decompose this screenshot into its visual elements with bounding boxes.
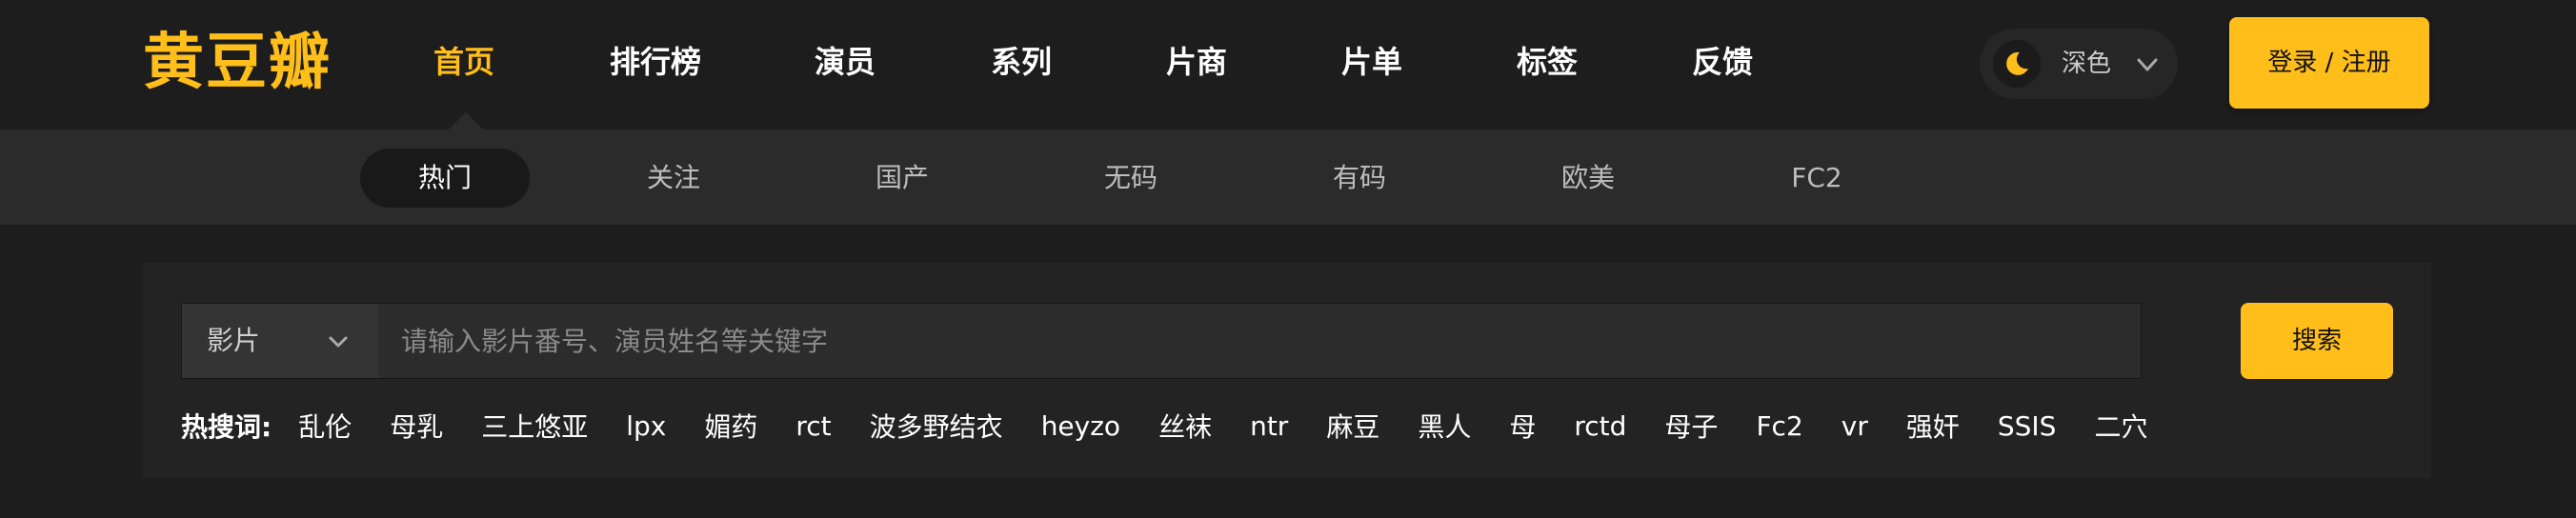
active-nav-indicator	[449, 112, 483, 130]
hot-search-tag[interactable]: 母子	[1664, 407, 1718, 445]
hot-search-tag[interactable]: 黑人	[1418, 407, 1471, 445]
theme-label: 深色	[2062, 50, 2112, 78]
category-subnav: 热门 关注 国产 无码 有码 欧美 FC2	[0, 130, 2576, 225]
hot-search-tag[interactable]: rctd	[1574, 410, 1626, 442]
hot-searches-label: 热搜词:	[181, 411, 272, 443]
hot-search-tag[interactable]: rct	[795, 410, 831, 442]
hot-search-tag[interactable]: 媚药	[704, 407, 757, 445]
hot-search-tag[interactable]: ntr	[1250, 410, 1288, 442]
hot-search-tag[interactable]: 麻豆	[1326, 407, 1379, 445]
theme-toggle[interactable]: 深色	[1980, 29, 2178, 99]
nav-item-tags[interactable]: 标签	[1517, 38, 1578, 86]
moon-icon	[1993, 40, 2041, 88]
search-box: 影片	[181, 303, 2142, 379]
nav-item-studios[interactable]: 片商	[1166, 38, 1227, 86]
subnav-item-following[interactable]: 关注	[589, 149, 758, 208]
subnav-item-censored[interactable]: 有码	[1275, 149, 1444, 208]
hot-search-tag[interactable]: heyzo	[1041, 410, 1120, 442]
hot-searches: 热搜词: 乱伦 母乳 三上悠亚 lpx 媚药 rct 波多野结衣 heyzo 丝…	[181, 402, 2185, 449]
nav-item-lists[interactable]: 片单	[1341, 38, 1402, 86]
search-type-select[interactable]: 影片	[182, 304, 378, 378]
search-panel: 影片 搜索 热搜词: 乱伦 母乳 三上悠亚 lpx 媚药 rct 波多野结衣 h…	[143, 263, 2431, 478]
nav-item-rankings[interactable]: 排行榜	[610, 38, 701, 86]
nav-item-feedback[interactable]: 反馈	[1692, 38, 1753, 86]
top-navigation-bar: 黄豆瓣 首页 排行榜 演员 系列 片商 片单 标签 反馈 深色 登录 / 注册	[0, 0, 2576, 130]
subnav-item-uncensored[interactable]: 无码	[1046, 149, 1216, 208]
hot-search-tag[interactable]: 母	[1509, 407, 1536, 445]
hot-search-tag[interactable]: 丝袜	[1158, 407, 1212, 445]
hot-search-tag[interactable]: 三上悠亚	[481, 407, 588, 445]
subnav-item-hot[interactable]: 热门	[360, 149, 530, 208]
login-register-button[interactable]: 登录 / 注册	[2229, 17, 2429, 109]
search-input[interactable]	[378, 304, 2141, 378]
site-logo[interactable]: 黄豆瓣	[143, 25, 332, 101]
hot-search-tag[interactable]: 强奸	[1906, 407, 1960, 445]
nav-item-home[interactable]: 首页	[433, 38, 494, 86]
hot-search-tag[interactable]: Fc2	[1756, 410, 1802, 442]
hot-search-tag[interactable]: vr	[1841, 410, 1868, 442]
chevron-down-icon	[329, 336, 348, 348]
subnav-item-western[interactable]: 欧美	[1503, 149, 1673, 208]
hot-search-tag[interactable]: 波多野结衣	[870, 407, 1003, 445]
hot-search-tag[interactable]: 二穴	[2094, 407, 2147, 445]
subnav-item-domestic[interactable]: 国产	[817, 149, 987, 208]
subnav-item-fc2[interactable]: FC2	[1732, 149, 1902, 208]
hot-search-tag[interactable]: SSIS	[1998, 410, 2057, 442]
chevron-down-icon	[2137, 58, 2158, 71]
search-button[interactable]: 搜索	[2241, 303, 2393, 379]
hot-search-tag[interactable]: lpx	[626, 410, 666, 442]
hot-search-tag[interactable]: 母乳	[390, 407, 443, 445]
hot-search-tag[interactable]: 乱伦	[298, 407, 352, 445]
nav-item-actors[interactable]: 演员	[815, 38, 875, 86]
search-type-label: 影片	[207, 325, 261, 356]
nav-item-series[interactable]: 系列	[991, 38, 1052, 86]
